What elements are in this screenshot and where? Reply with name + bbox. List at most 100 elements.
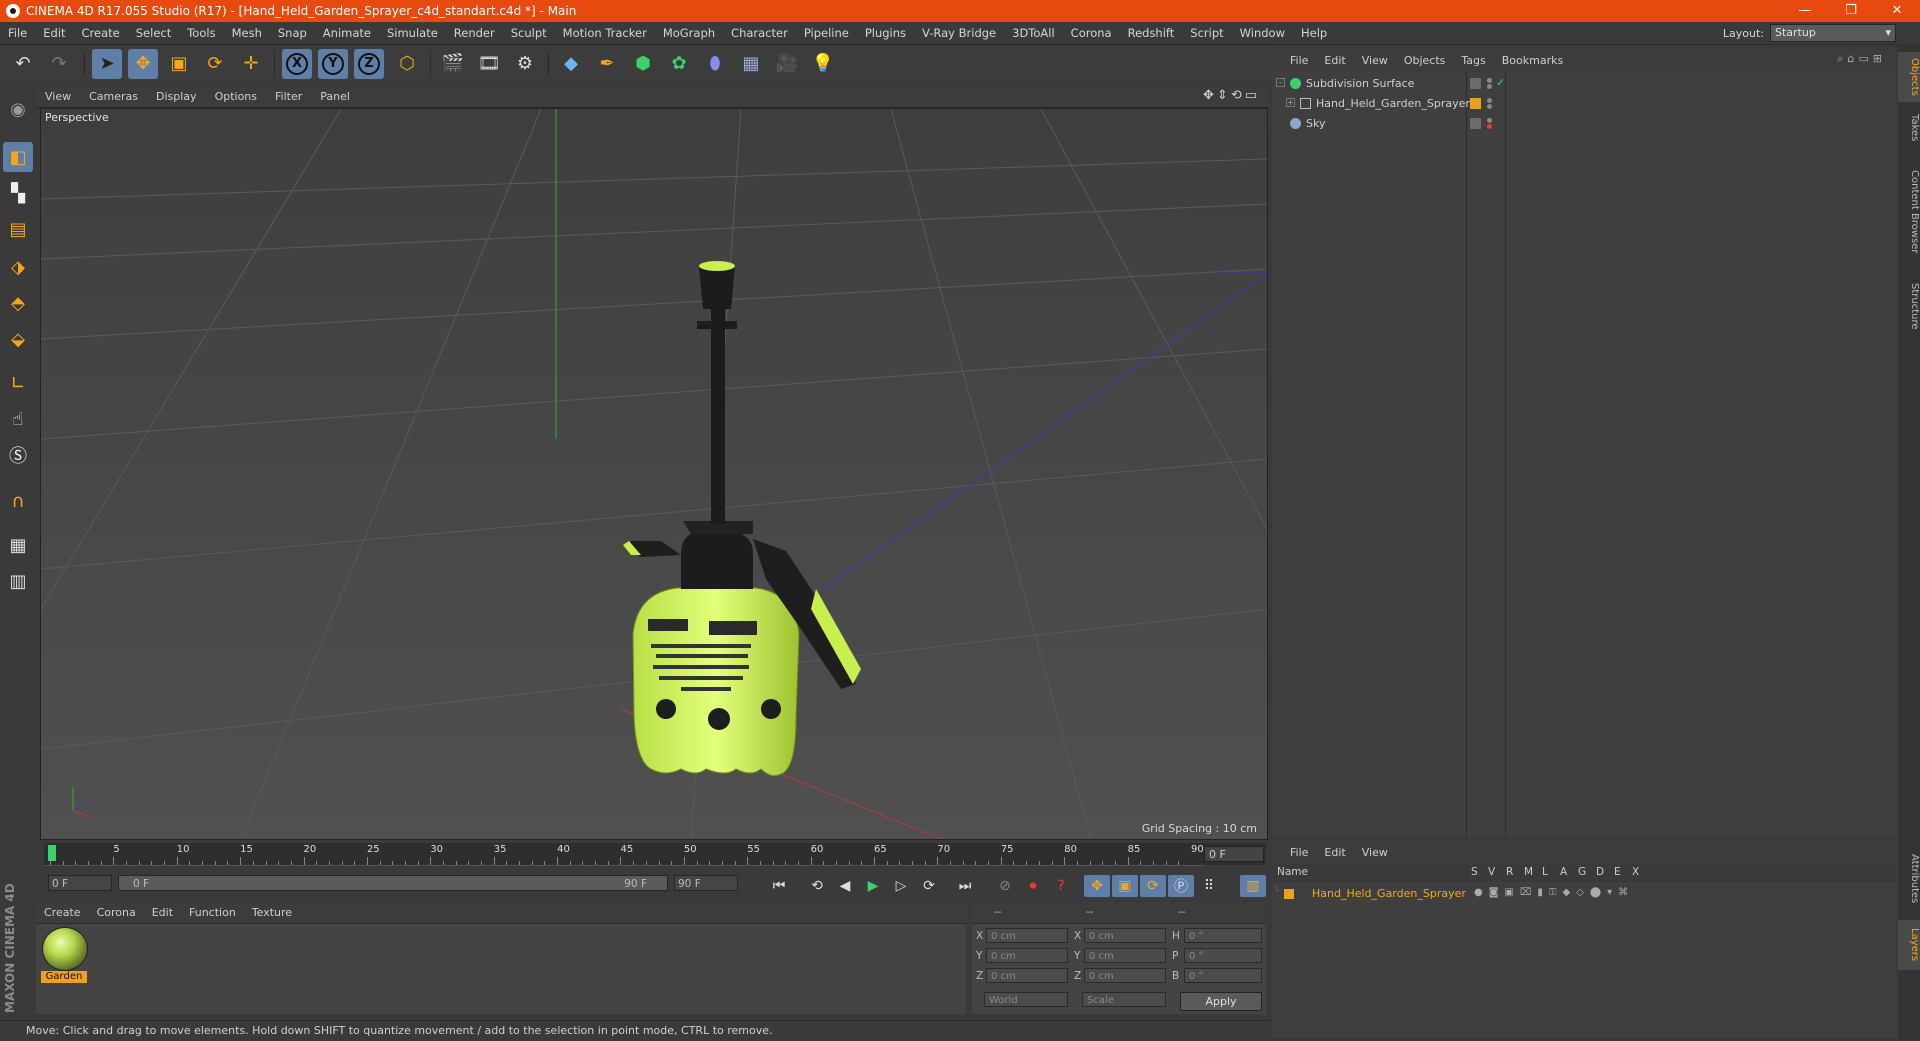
key-scale-icon[interactable]: ▣ [1112,875,1138,897]
start-frame-field[interactable]: 0 F [48,875,112,891]
expand-toggle-icon[interactable]: + [1286,98,1295,107]
previous-key-icon[interactable]: ⟲ [804,875,830,897]
rotation-b-field[interactable]: 0 ° [1184,968,1262,983]
tab-takes[interactable]: Takes [1898,108,1920,148]
object-row-subdivision-surface[interactable]: - Subdivision Surface ✓ [1272,74,1896,93]
go-to-start-icon[interactable]: ⏮ [766,875,792,897]
redo-icon[interactable]: ↷ [44,49,74,79]
edges-mode-icon[interactable]: ⬘ [3,288,33,318]
menu-sculpt[interactable]: Sculpt [503,26,555,40]
objects-menu-bookmarks[interactable]: Bookmarks [1494,54,1571,67]
viewport-nav-icons[interactable]: ✥⇕⟲▭ [1203,88,1260,103]
rotate-icon[interactable]: ⟳ [200,49,230,79]
move-icon[interactable]: ✥ [128,49,158,79]
layers-menu-view[interactable]: View [1354,846,1396,859]
menu-help[interactable]: Help [1293,26,1335,40]
material-menu-corona[interactable]: Corona [89,906,144,919]
position-z-field[interactable]: 0 cm [986,968,1068,983]
render-picture-icon[interactable]: 🎞 [474,49,504,79]
size-z-field[interactable]: 0 cm [1084,968,1166,983]
layout-dropdown[interactable]: Startup [1770,24,1896,42]
rotation-h-field[interactable]: 0 ° [1184,928,1262,943]
menu-select[interactable]: Select [128,26,179,40]
render-visibility-dot[interactable] [1487,104,1492,109]
layer-color-swatch[interactable] [1470,78,1481,89]
axis-mode-icon[interactable]: ∟ [3,368,33,398]
make-editable-icon[interactable]: ◉ [3,94,33,124]
y-axis-icon[interactable]: Y [318,49,348,79]
menu-script[interactable]: Script [1182,26,1231,40]
z-axis-icon[interactable]: Z [354,49,384,79]
expand-toggle-icon[interactable]: - [1276,78,1285,87]
layer-color-swatch[interactable] [1470,118,1481,129]
camera-icon[interactable]: 🎥 [772,49,802,79]
enabled-check-icon[interactable]: ✓ [1496,76,1505,89]
menu-edit[interactable]: Edit [35,26,73,40]
editor-visibility-dot[interactable] [1487,98,1492,103]
workplane-mode-icon[interactable]: ▤ [3,214,33,244]
menu-tools[interactable]: Tools [179,26,223,40]
material-menu-create[interactable]: Create [36,906,89,919]
deformer-icon[interactable]: ⬮ [700,49,730,79]
viewport-perspective[interactable]: Perspective Grid Spacing : 10 cm [40,108,1268,840]
objects-menu-objects[interactable]: Objects [1396,54,1454,67]
layer-color-swatch[interactable] [1284,889,1294,899]
layer-col-locked[interactable]: L [1542,866,1548,878]
snap-icon[interactable]: Ⓢ [3,440,33,470]
x-axis-icon[interactable]: X [282,49,312,79]
texture-mode-icon[interactable]: ▚ [3,178,33,208]
viewport-menu-cameras[interactable]: Cameras [80,90,147,103]
material-thumbnail[interactable] [42,927,88,971]
play-icon[interactable]: ▶ [860,875,886,897]
rotation-p-field[interactable]: 0 ° [1184,948,1262,963]
layer-col-view[interactable]: V [1488,866,1495,878]
layers-menu-file[interactable]: File [1272,846,1316,859]
timeline-ruler[interactable]: 051015202530354045505560657075808590 [44,843,1266,866]
record-keys-icon[interactable]: ⊘ [992,875,1018,897]
layer-col-solo[interactable]: S [1471,866,1478,878]
layer-name[interactable]: Hand_Held_Garden_Sprayer [1312,887,1466,900]
menu-snap[interactable]: Snap [270,26,315,40]
keyframe-selection-icon[interactable]: ? [1048,875,1074,897]
polygons-mode-icon[interactable]: ⬙ [3,324,33,354]
magnet-icon[interactable]: ∩ [3,486,33,516]
key-rotation-icon[interactable]: ⟳ [1140,875,1166,897]
menu-character[interactable]: Character [723,26,796,40]
object-row-sky[interactable]: Sky [1272,114,1896,133]
objects-menu-view[interactable]: View [1354,54,1396,67]
position-y-field[interactable]: 0 cm [986,948,1068,963]
layer-col-expressions[interactable]: E [1614,866,1621,878]
object-row-garden-sprayer[interactable]: + Hand_Held_Garden_Sprayer [1272,94,1896,113]
go-to-end-icon[interactable]: ⏭ [952,875,978,897]
editor-visibility-dot[interactable] [1487,78,1492,83]
cube-icon[interactable]: ◆ [556,49,586,79]
menu-pipeline[interactable]: Pipeline [796,26,857,40]
tab-objects[interactable]: Objects [1898,52,1920,102]
position-x-field[interactable]: 0 cm [986,928,1068,943]
viewport-menu-view[interactable]: View [36,90,80,103]
layer-col-deformers[interactable]: D [1596,866,1604,878]
layer-col-animation[interactable]: A [1560,866,1567,878]
floor-icon[interactable]: ▦ [736,49,766,79]
size-mode-dropdown[interactable]: Scale [1082,992,1166,1007]
mograph-cloner-icon[interactable]: ✿ [664,49,694,79]
material-menu-edit[interactable]: Edit [144,906,181,919]
model-mode-icon[interactable]: ◧ [3,142,33,172]
planar-workplane-icon[interactable]: ▥ [3,566,33,596]
menu-plugins[interactable]: Plugins [857,26,914,40]
layers-menu-edit[interactable]: Edit [1316,846,1353,859]
menu-animate[interactable]: Animate [315,26,379,40]
key-position-icon[interactable]: ✥ [1084,875,1110,897]
points-mode-icon[interactable]: ⬗ [3,252,33,282]
restore-button[interactable]: ❐ [1828,0,1874,22]
render-visibility-dot[interactable] [1487,124,1492,129]
lock-workplane-icon[interactable]: ▦ [3,530,33,560]
live-select-icon[interactable]: ✛ [236,49,266,79]
layer-flag-icons[interactable]: ●◙▣⌧▮⚿◆◇⬤▾⌘ [1474,887,1634,898]
menu-3dtoall[interactable]: 3DToAll [1004,26,1063,40]
objects-menu-edit[interactable]: Edit [1316,54,1353,67]
edit-render-settings-icon[interactable]: ⚙ [510,49,540,79]
objects-menu-file[interactable]: File [1272,54,1316,67]
world-coords-icon[interactable]: ⬡ [392,49,422,79]
render-visibility-dot[interactable] [1487,84,1492,89]
